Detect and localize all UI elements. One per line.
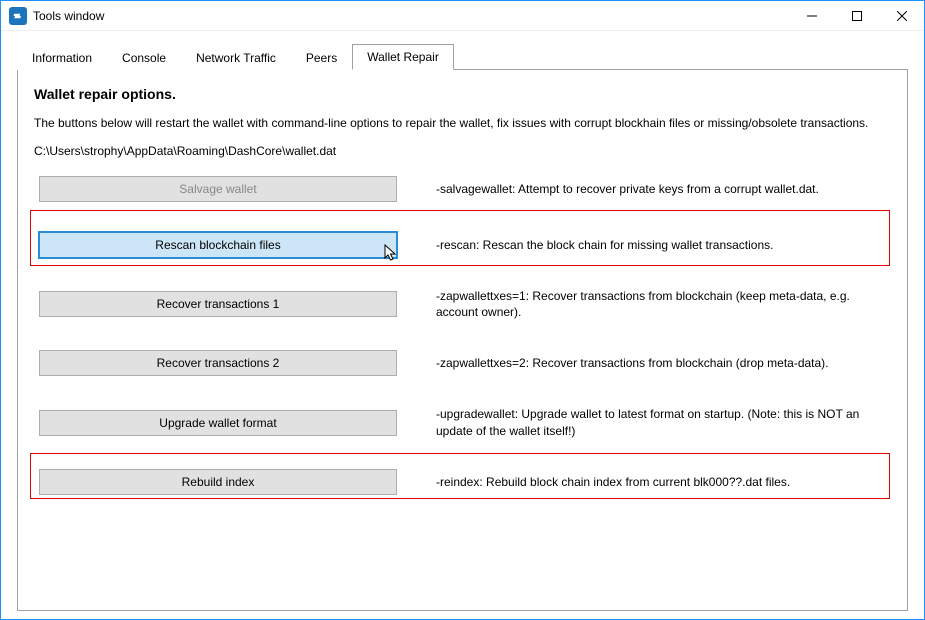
app-icon bbox=[9, 7, 27, 25]
tools-window: Tools window Information Console Network… bbox=[0, 0, 925, 620]
recover2-desc: -zapwallettxes=2: Recover transactions f… bbox=[402, 355, 891, 371]
tab-peers[interactable]: Peers bbox=[291, 45, 352, 70]
window-title: Tools window bbox=[33, 9, 104, 23]
option-row-salvage: Salvage wallet -salvagewallet: Attempt t… bbox=[34, 176, 891, 202]
option-row-recover2: Recover transactions 2 -zapwallettxes=2:… bbox=[34, 350, 891, 376]
recover-transactions-1-button[interactable]: Recover transactions 1 bbox=[39, 291, 397, 317]
rescan-button[interactable]: Rescan blockchain files bbox=[39, 232, 397, 258]
salvage-wallet-button[interactable]: Salvage wallet bbox=[39, 176, 397, 202]
content: Information Console Network Traffic Peer… bbox=[1, 31, 924, 619]
upgrade-desc: -upgradewallet: Upgrade wallet to latest… bbox=[402, 406, 891, 438]
window-controls bbox=[789, 1, 924, 30]
tab-network-traffic[interactable]: Network Traffic bbox=[181, 45, 291, 70]
close-button[interactable] bbox=[879, 1, 924, 30]
reindex-desc: -reindex: Rebuild block chain index from… bbox=[402, 474, 891, 490]
minimize-button[interactable] bbox=[789, 1, 834, 30]
option-row-upgrade: Upgrade wallet format -upgradewallet: Up… bbox=[34, 406, 891, 438]
tab-console[interactable]: Console bbox=[107, 45, 181, 70]
tab-bar: Information Console Network Traffic Peer… bbox=[17, 43, 908, 69]
option-row-rescan: Rescan blockchain files -rescan: Rescan … bbox=[34, 232, 891, 258]
option-row-recover1: Recover transactions 1 -zapwallettxes=1:… bbox=[34, 288, 891, 320]
maximize-button[interactable] bbox=[834, 1, 879, 30]
rebuild-index-button[interactable]: Rebuild index bbox=[39, 469, 397, 495]
recover1-desc: -zapwallettxes=1: Recover transactions f… bbox=[402, 288, 891, 320]
tab-information[interactable]: Information bbox=[17, 45, 107, 70]
page-heading: Wallet repair options. bbox=[34, 86, 891, 102]
option-row-reindex: Rebuild index -reindex: Rebuild block ch… bbox=[34, 469, 891, 495]
rescan-desc: -rescan: Rescan the block chain for miss… bbox=[402, 237, 891, 253]
titlebar: Tools window bbox=[1, 1, 924, 31]
upgrade-wallet-button[interactable]: Upgrade wallet format bbox=[39, 410, 397, 436]
wallet-path: C:\Users\strophy\AppData\Roaming\DashCor… bbox=[34, 144, 891, 158]
page-intro: The buttons below will restart the walle… bbox=[34, 116, 874, 130]
recover-transactions-2-button[interactable]: Recover transactions 2 bbox=[39, 350, 397, 376]
salvage-desc: -salvagewallet: Attempt to recover priva… bbox=[402, 181, 891, 197]
tab-wallet-repair[interactable]: Wallet Repair bbox=[352, 44, 454, 70]
wallet-repair-panel: Wallet repair options. The buttons below… bbox=[17, 69, 908, 611]
